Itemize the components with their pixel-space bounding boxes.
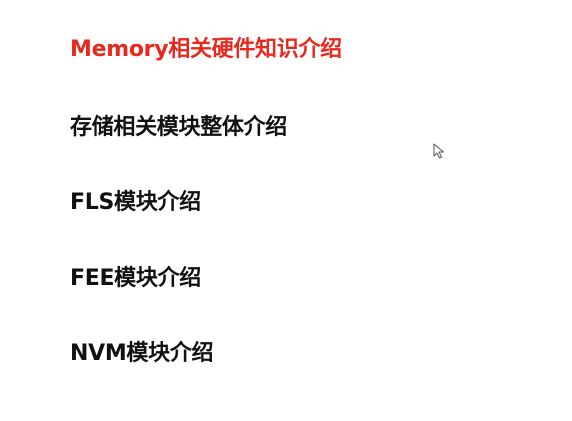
agenda-slide: Memory相关硬件知识介绍 存储相关模块整体介绍 FLS模块介绍 FEE模块介… — [0, 0, 572, 421]
mouse-pointer-icon — [433, 143, 444, 159]
agenda-item-fee[interactable]: FEE模块介绍 — [70, 265, 201, 293]
agenda-item-memory-hardware[interactable]: Memory相关硬件知识介绍 — [70, 36, 342, 64]
agenda-item-storage-overview[interactable]: 存储相关模块整体介绍 — [70, 114, 287, 142]
agenda-item-nvm[interactable]: NVM模块介绍 — [70, 340, 214, 368]
agenda-item-fls[interactable]: FLS模块介绍 — [70, 189, 201, 217]
